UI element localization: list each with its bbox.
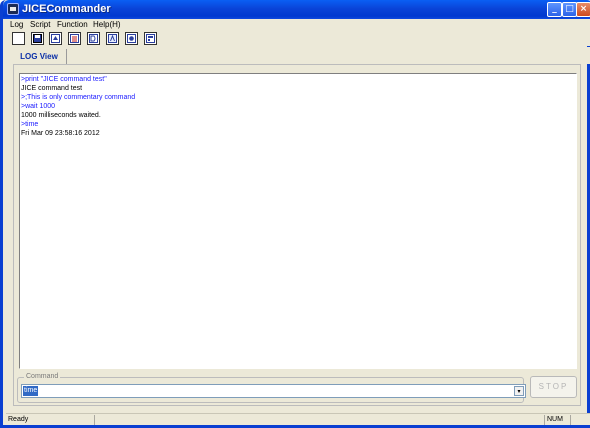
list-icon[interactable] — [68, 32, 81, 45]
close-button[interactable]: × — [576, 2, 590, 17]
log-output-line: 1000 milliseconds waited. — [21, 112, 101, 119]
toolbar — [6, 31, 590, 46]
status-pane — [94, 415, 544, 425]
chevron-down-icon[interactable]: ▾ — [514, 386, 524, 396]
menu-log[interactable]: Log — [10, 19, 23, 31]
title-bar[interactable]: JICECommander _ □ × — [3, 0, 590, 19]
command-legend: Command — [24, 372, 61, 381]
status-text: Ready — [8, 416, 29, 423]
log-panel: >print "JICE command test" JICE command t… — [13, 64, 581, 406]
command-combobox[interactable]: time ▾ — [21, 384, 526, 398]
export-icon[interactable] — [49, 32, 62, 45]
window-title: JICECommander — [22, 3, 111, 15]
log-output-line: JICE command test — [21, 85, 83, 92]
stop-button[interactable]: STOP — [530, 376, 577, 398]
log-output-line: Fri Mar 09 23:58:16 2012 — [21, 130, 100, 137]
log-command-line: >time — [21, 121, 39, 128]
menu-bar: Log Script Function Help(H) — [6, 19, 590, 31]
menu-help[interactable]: Help(H) — [93, 19, 121, 31]
log-command-line: >print "JICE command test" — [21, 76, 107, 83]
command-input[interactable]: time — [23, 386, 39, 396]
text-icon[interactable] — [106, 32, 119, 45]
status-pane-extra — [570, 415, 590, 425]
tab-log-view[interactable]: LOG View — [12, 49, 67, 64]
save-icon[interactable] — [31, 32, 44, 45]
document-icon[interactable] — [87, 32, 100, 45]
window-icon[interactable] — [144, 32, 157, 45]
tab-strip: LOG View — [6, 47, 590, 64]
minimize-button[interactable]: _ — [547, 2, 562, 17]
maximize-button[interactable]: □ — [562, 2, 577, 17]
status-num: NUM — [544, 415, 570, 425]
command-group: Command time ▾ — [17, 372, 526, 403]
app-icon — [7, 3, 19, 15]
new-icon[interactable] — [12, 32, 25, 45]
log-command-line: >wait 1000 — [21, 103, 56, 110]
record-icon[interactable] — [125, 32, 138, 45]
log-command-line: >;This is only commentary command — [21, 94, 136, 101]
menu-script[interactable]: Script — [30, 19, 50, 31]
status-bar: Ready NUM — [6, 413, 590, 425]
log-output[interactable]: >print "JICE command test" JICE command t… — [19, 73, 577, 369]
menu-function[interactable]: Function — [57, 19, 88, 31]
app-window: JICECommander _ □ × Log Script Function … — [0, 0, 590, 428]
